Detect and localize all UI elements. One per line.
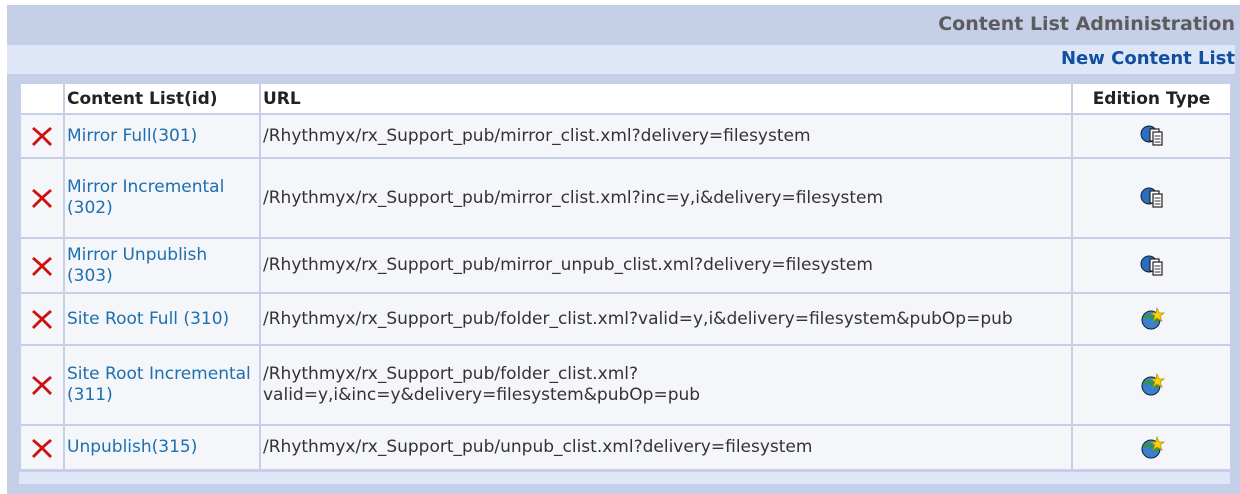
- edition-type-cell: [1071, 424, 1232, 471]
- delete-cell: [19, 157, 65, 239]
- content-list-name-link[interactable]: Mirror Full(301): [63, 113, 261, 159]
- delete-cell: [19, 424, 65, 471]
- publish-edition-icon: [1141, 435, 1165, 458]
- mirror-edition-icon: [1140, 255, 1163, 276]
- publish-edition-icon: [1141, 372, 1165, 396]
- edition-type-cell: [1071, 113, 1232, 159]
- delete-cell: [19, 344, 65, 426]
- content-list-name-link[interactable]: Site Root Full (310): [63, 292, 261, 346]
- content-list-url: /Rhythmyx/rx_Support_pub/folder_clist.xm…: [259, 344, 1073, 426]
- table-row: Unpublish(315) /Rhythmyx/rx_Support_pub/…: [19, 424, 1232, 471]
- column-header-name: Content List(id): [63, 82, 261, 115]
- delete-icon[interactable]: [30, 186, 54, 210]
- mirror-edition-icon: [1140, 125, 1163, 146]
- content-list-name-link[interactable]: Site Root Incremental (311): [63, 344, 261, 426]
- content-list-url: /Rhythmyx/rx_Support_pub/mirror_unpub_cl…: [259, 237, 1073, 294]
- delete-icon[interactable]: [30, 436, 54, 460]
- edition-type-cell: [1071, 292, 1232, 346]
- page-title: Content List Administration: [938, 13, 1235, 35]
- content-list-url: /Rhythmyx/rx_Support_pub/folder_clist.xm…: [259, 292, 1073, 346]
- action-bar: New Content List: [7, 45, 1235, 74]
- table-header-row: Content List(id) URL Edition Type: [19, 82, 1232, 115]
- table-row: Site Root Incremental (311) /Rhythmyx/rx…: [19, 344, 1232, 426]
- delete-icon[interactable]: [30, 307, 54, 331]
- table-row: Site Root Full (310) /Rhythmyx/rx_Suppor…: [19, 292, 1232, 346]
- title-bar: Content List Administration: [7, 5, 1235, 41]
- content-list-name-link[interactable]: Mirror Unpublish (303): [63, 237, 261, 294]
- column-header-edition-type: Edition Type: [1071, 82, 1232, 115]
- table-footer-strip: [19, 472, 1230, 484]
- content-list-url: /Rhythmyx/rx_Support_pub/unpub_clist.xml…: [259, 424, 1073, 471]
- content-list-table: Content List(id) URL Edition Type Mirror…: [19, 82, 1232, 471]
- edition-type-cell: [1071, 237, 1232, 294]
- table-row: Mirror Full(301) /Rhythmyx/rx_Support_pu…: [19, 113, 1232, 159]
- delete-column-header: [19, 82, 65, 115]
- edition-type-cell: [1071, 344, 1232, 426]
- content-list-panel: Content List Administration New Content …: [7, 5, 1240, 494]
- delete-cell: [19, 113, 65, 159]
- delete-icon[interactable]: [30, 254, 54, 278]
- content-list-name-link[interactable]: Unpublish(315): [63, 424, 261, 471]
- publish-edition-icon: [1141, 306, 1165, 330]
- column-header-url: URL: [259, 82, 1073, 115]
- content-list-url: /Rhythmyx/rx_Support_pub/mirror_clist.xm…: [259, 157, 1073, 239]
- content-list-name-link[interactable]: Mirror Incremental (302): [63, 157, 261, 239]
- delete-cell: [19, 292, 65, 346]
- table-row: Mirror Incremental (302) /Rhythmyx/rx_Su…: [19, 157, 1232, 239]
- delete-icon[interactable]: [30, 124, 54, 148]
- new-content-list-link[interactable]: New Content List: [1061, 48, 1235, 69]
- delete-cell: [19, 237, 65, 294]
- table-row: Mirror Unpublish (303) /Rhythmyx/rx_Supp…: [19, 237, 1232, 294]
- edition-type-cell: [1071, 157, 1232, 239]
- content-list-url: /Rhythmyx/rx_Support_pub/mirror_clist.xm…: [259, 113, 1073, 159]
- mirror-edition-icon: [1140, 187, 1163, 208]
- delete-icon[interactable]: [30, 373, 54, 397]
